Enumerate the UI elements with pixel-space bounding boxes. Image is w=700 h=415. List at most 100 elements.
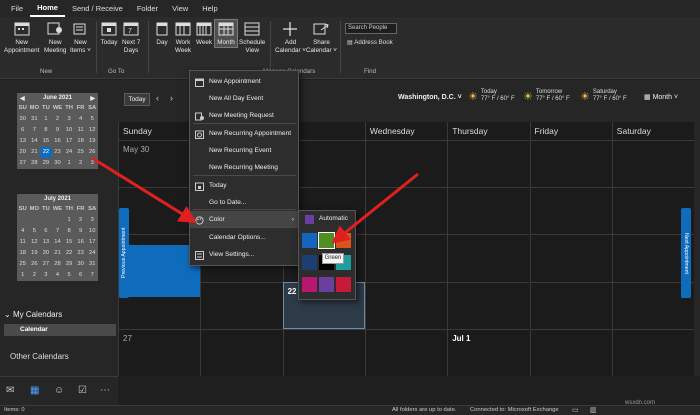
mini-calendar-day[interactable]: 29: [63, 259, 75, 270]
mini-calendar-day[interactable]: 3: [86, 215, 98, 226]
reading-view-icon[interactable]: ▥: [590, 406, 597, 414]
tab-help[interactable]: Help: [195, 0, 224, 17]
mini-calendar-day[interactable]: 16: [75, 237, 87, 248]
mini-calendar-day[interactable]: 18: [75, 136, 87, 147]
mini-calendar-day[interactable]: 21: [29, 147, 41, 158]
mini-calendar-day[interactable]: 7: [52, 226, 64, 237]
calendar-day-cell[interactable]: [611, 328, 695, 376]
mini-calendar-day[interactable]: 18: [17, 248, 29, 259]
calendar-day-cell[interactable]: [529, 234, 612, 282]
calendar-day-cell[interactable]: [200, 328, 283, 376]
mini-calendar-day[interactable]: 19: [29, 248, 41, 259]
mini-calendar-day[interactable]: 25: [75, 147, 87, 158]
mini-calendar-day[interactable]: 3: [86, 158, 98, 169]
calendar-day-cell[interactable]: [447, 187, 530, 235]
new-meeting-button[interactable]: New Meeting: [44, 20, 66, 54]
week-view-button[interactable]: Week: [195, 20, 213, 47]
mini-calendar-day[interactable]: 8: [40, 125, 52, 136]
mini-calendar-day[interactable]: 27: [17, 158, 29, 169]
context-menu-item[interactable]: New Appointment: [190, 73, 298, 90]
color-swatch[interactable]: [302, 255, 317, 270]
mini-calendar-day[interactable]: 31: [29, 114, 41, 125]
mini-calendar-day[interactable]: 30: [52, 158, 64, 169]
calendar-day-cell[interactable]: Jul 1: [447, 328, 530, 376]
other-calendars-group[interactable]: Other Calendars: [0, 352, 69, 361]
mini-calendar-day[interactable]: 22: [40, 147, 52, 158]
schedule-view-button[interactable]: Schedule View: [239, 20, 265, 54]
next-month-icon[interactable]: ▶: [90, 95, 95, 102]
previous-appointment-tab[interactable]: Previous Appointment: [119, 208, 129, 298]
mini-calendar-day[interactable]: 2: [75, 158, 87, 169]
mini-calendar-day[interactable]: 30: [17, 114, 29, 125]
mini-calendar-day[interactable]: 1: [63, 158, 75, 169]
mini-calendar-day[interactable]: 28: [29, 158, 41, 169]
add-calendar-button[interactable]: Add Calendar ˅: [275, 20, 306, 54]
context-menu-item[interactable]: New Recurring Meeting: [190, 159, 298, 176]
automatic-color-label[interactable]: Automatic: [319, 215, 348, 222]
mini-calendar-day[interactable]: 14: [29, 136, 41, 147]
mini-calendar-day[interactable]: 21: [52, 248, 64, 259]
mini-calendar-day[interactable]: 20: [17, 147, 29, 158]
mini-calendar-day[interactable]: 2: [75, 215, 87, 226]
context-menu-item[interactable]: View Settings...: [190, 246, 298, 263]
mini-calendar-day[interactable]: 22: [63, 248, 75, 259]
calendar-icon[interactable]: ▦: [30, 385, 39, 396]
mini-calendar-day[interactable]: 1: [63, 215, 75, 226]
mini-calendar-day[interactable]: 4: [75, 114, 87, 125]
mini-calendar-day[interactable]: 27: [40, 259, 52, 270]
calendar-day-cell[interactable]: [529, 187, 612, 235]
day-view-button[interactable]: Day: [153, 20, 171, 47]
tasks-icon[interactable]: ☑: [78, 385, 87, 396]
next-7-days-button[interactable]: 7 Next 7 Days: [122, 20, 140, 54]
mini-calendar-day[interactable]: 30: [75, 259, 87, 270]
mini-calendar-day[interactable]: 4: [17, 226, 29, 237]
context-menu-item[interactable]: Today: [190, 177, 298, 194]
calendar-day-cell[interactable]: [529, 140, 612, 188]
location-selector[interactable]: Washington, D.C. ˅: [398, 94, 462, 101]
view-selector[interactable]: ▦ Month ˅: [644, 93, 678, 101]
mini-calendar-day[interactable]: 11: [75, 125, 87, 136]
tab-file[interactable]: File: [4, 0, 30, 17]
my-calendars-group[interactable]: ⌄ My Calendars: [0, 310, 118, 319]
mini-calendar-day[interactable]: 23: [52, 147, 64, 158]
mini-calendar-day[interactable]: 10: [86, 226, 98, 237]
mini-calendar-day[interactable]: 4: [52, 270, 64, 281]
mini-calendar-day[interactable]: 25: [17, 259, 29, 270]
mini-calendar-day[interactable]: 9: [52, 125, 64, 136]
mini-calendar-day[interactable]: 8: [63, 226, 75, 237]
mini-calendar-day[interactable]: 2: [52, 114, 64, 125]
calendar-day-cell[interactable]: May 30: [118, 140, 201, 188]
mini-calendar-day[interactable]: 2: [29, 270, 41, 281]
calendar-day-cell[interactable]: [364, 140, 448, 188]
mini-calendar-day[interactable]: 24: [86, 248, 98, 259]
mini-calendar-day[interactable]: 6: [75, 270, 87, 281]
calendar-day-cell[interactable]: [529, 328, 612, 376]
color-swatch[interactable]: [302, 277, 317, 292]
calendar-day-cell[interactable]: [447, 281, 530, 329]
calendar-day-cell[interactable]: 27: [118, 328, 201, 376]
selected-day-cell[interactable]: [119, 245, 200, 297]
normal-view-icon[interactable]: ▭: [572, 406, 579, 414]
calendar-day-cell[interactable]: [447, 234, 530, 282]
mini-calendar-day[interactable]: 20: [40, 248, 52, 259]
today-button[interactable]: Today: [100, 20, 118, 47]
new-appointment-button[interactable]: New Appointment: [4, 20, 39, 54]
mini-calendar-day[interactable]: 23: [75, 248, 87, 259]
calendar-day-cell[interactable]: [611, 140, 695, 188]
mail-icon[interactable]: ✉: [6, 385, 14, 396]
context-menu-item[interactable]: New Meeting Request: [190, 107, 298, 124]
mini-calendar-day[interactable]: 15: [40, 136, 52, 147]
calendar-day-cell[interactable]: [364, 281, 448, 329]
mini-calendar-day[interactable]: 1: [17, 270, 29, 281]
address-book-button[interactable]: ▤ Address Book: [347, 39, 393, 46]
mini-calendar-day[interactable]: 24: [63, 147, 75, 158]
calendar-day-cell[interactable]: [447, 140, 530, 188]
color-swatch[interactable]: [318, 232, 335, 249]
mini-calendar-day[interactable]: 7: [86, 270, 98, 281]
next-appointment-tab[interactable]: Next Appointment: [681, 208, 691, 298]
calendar-folder-item[interactable]: Calendar: [4, 324, 116, 336]
prev-month-icon[interactable]: ◀: [20, 95, 25, 102]
context-menu-item[interactable]: Color ›: [190, 211, 298, 228]
context-menu-item[interactable]: New All Day Event: [190, 90, 298, 107]
share-calendar-button[interactable]: Share Calendar ˅: [306, 20, 337, 54]
